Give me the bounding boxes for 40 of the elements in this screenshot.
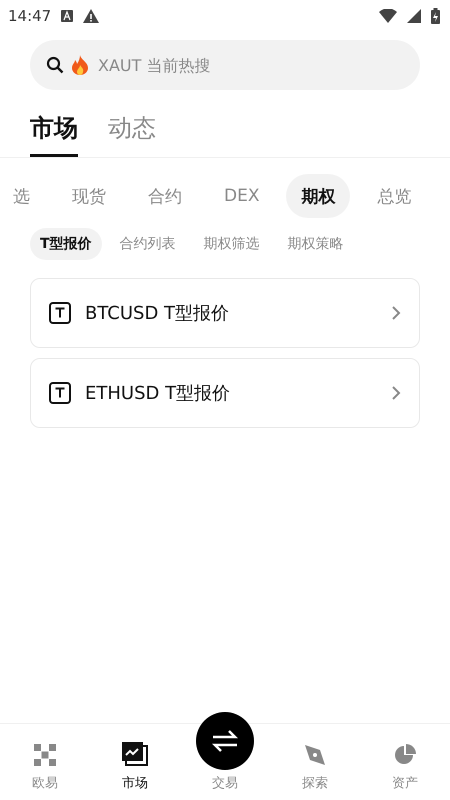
wifi-icon xyxy=(379,9,397,23)
item-label: ETHUSD T型报价 xyxy=(85,382,232,405)
item-label: BTCUSD T型报价 xyxy=(85,302,230,325)
grid-logo-icon xyxy=(34,744,56,766)
compass-icon xyxy=(304,744,326,766)
search-field[interactable]: XAUT 当前热搜 xyxy=(96,54,404,76)
search-bar[interactable]: XAUT 当前热搜 xyxy=(30,40,420,90)
letter-box-icon xyxy=(49,382,71,404)
battery-icon xyxy=(431,8,440,24)
category-tab[interactable]: 选 xyxy=(0,174,45,218)
nav-item[interactable]: 资产 xyxy=(360,724,450,800)
status-time: 14:47 xyxy=(8,7,52,25)
chevron-right-icon xyxy=(391,305,401,321)
nav-item[interactable]: 市场 xyxy=(90,724,180,800)
letter-box-icon xyxy=(49,302,71,324)
filter-tab[interactable]: T型报价 xyxy=(30,228,102,260)
nav-item[interactable]: 欧易 xyxy=(0,724,90,800)
section-tab[interactable]: 市场 xyxy=(30,112,78,157)
filter-tab[interactable]: 期权策略 xyxy=(278,228,354,260)
quote-list-item[interactable]: ETHUSD T型报价 xyxy=(30,358,420,428)
chart-icon xyxy=(122,742,148,766)
category-tab[interactable]: 总览 xyxy=(362,174,426,218)
fire-icon xyxy=(72,55,88,75)
quote-list-item[interactable]: BTCUSD T型报价 xyxy=(30,278,420,348)
warning-icon xyxy=(83,9,100,23)
chevron-right-icon xyxy=(391,385,401,401)
nav-item[interactable]: 交易 xyxy=(180,712,270,800)
pie-chart-icon xyxy=(394,744,416,766)
nav-item[interactable]: 探索 xyxy=(270,724,360,800)
category-tab[interactable]: 期权 xyxy=(286,174,350,218)
filter-tab[interactable]: 期权筛选 xyxy=(194,228,270,260)
filter-tab[interactable]: 合约列表 xyxy=(110,228,186,260)
swap-arrows-icon xyxy=(211,729,239,753)
category-tab[interactable]: DEX xyxy=(209,174,274,218)
category-tab[interactable]: 现货 xyxy=(57,174,121,218)
signal-icon xyxy=(407,9,421,23)
section-tab[interactable]: 动态 xyxy=(108,112,156,157)
category-tab[interactable]: 合约 xyxy=(133,174,197,218)
search-icon xyxy=(46,56,64,74)
notification-icon xyxy=(61,10,74,22)
